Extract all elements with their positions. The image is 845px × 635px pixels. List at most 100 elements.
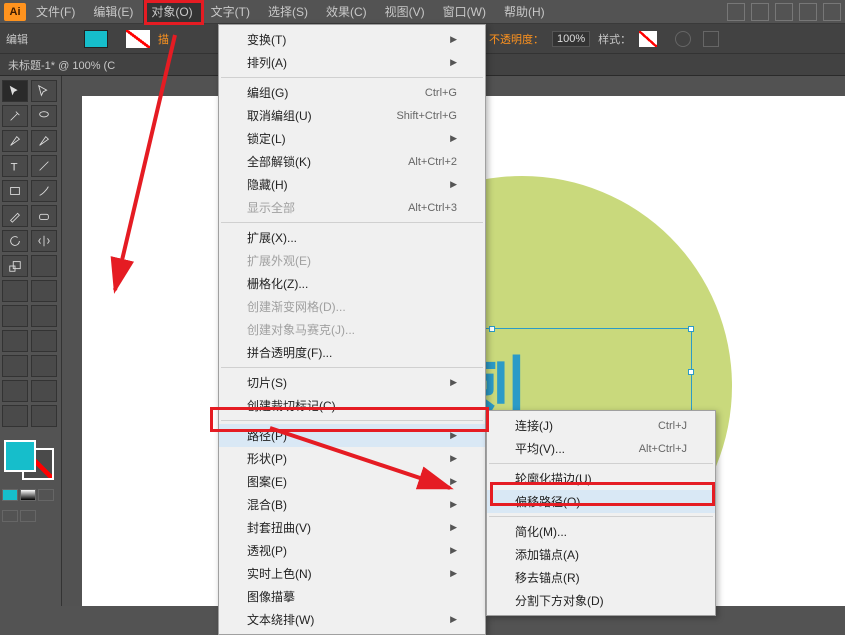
add-anchor-tool[interactable] <box>31 130 57 152</box>
path-submenu-item-8[interactable]: 移去锚点(R) <box>487 566 715 589</box>
menu-item-shortcut: Alt+Ctrl+2 <box>408 156 457 168</box>
lasso-tool[interactable] <box>31 105 57 127</box>
workspace-icon-1[interactable] <box>727 3 745 21</box>
object-menu-item-0[interactable]: 变换(T) <box>219 28 485 51</box>
object-menu-item-5[interactable]: 锁定(L) <box>219 127 485 150</box>
menu-type[interactable]: 文字(T) <box>203 0 258 23</box>
menu-window[interactable]: 窗口(W) <box>435 0 494 23</box>
object-menu-item-1[interactable]: 排列(A) <box>219 51 485 74</box>
path-submenu-item-0[interactable]: 连接(J)Ctrl+J <box>487 414 715 437</box>
opacity-label: 不透明度： <box>489 31 544 47</box>
symbol-sprayer-tool[interactable] <box>2 355 28 377</box>
path-submenu-item-6[interactable]: 简化(M)... <box>487 520 715 543</box>
menubar: Ai 文件(F) 编辑(E) 对象(O) 文字(T) 选择(S) 效果(C) 视… <box>0 0 845 24</box>
object-menu-item-18[interactable]: 创建裁切标记(C) <box>219 394 485 417</box>
reflect-tool[interactable] <box>31 230 57 252</box>
color-mode-gradient[interactable] <box>20 489 36 501</box>
object-menu-item-7[interactable]: 隐藏(H) <box>219 173 485 196</box>
object-menu-item-25[interactable]: 透视(P) <box>219 539 485 562</box>
menu-item-label: 创建裁切标记(C) <box>247 397 336 414</box>
hand-tool[interactable] <box>2 405 28 427</box>
object-menu-item-21[interactable]: 形状(P) <box>219 447 485 470</box>
object-menu-item-4[interactable]: 取消编组(U) Shift+Ctrl+G <box>219 104 485 127</box>
object-menu-item-6[interactable]: 全部解锁(K)Alt+Ctrl+2 <box>219 150 485 173</box>
shape-builder-tool[interactable] <box>2 280 28 302</box>
menu-item-label: 锁定(L) <box>247 130 286 147</box>
direct-selection-tool[interactable] <box>31 80 57 102</box>
menu-item-label: 拼合透明度(F)... <box>247 344 332 361</box>
path-submenu-item-3[interactable]: 轮廓化描边(U) <box>487 467 715 490</box>
stroke-swatch[interactable] <box>126 30 150 48</box>
menu-select[interactable]: 选择(S) <box>260 0 316 23</box>
object-menu-item-27[interactable]: 图像描摹 <box>219 585 485 608</box>
object-menu-item-3[interactable]: 编组(G) Ctrl+G <box>219 81 485 104</box>
path-submenu-item-7[interactable]: 添加锚点(A) <box>487 543 715 566</box>
object-menu-item-26[interactable]: 实时上色(N) <box>219 562 485 585</box>
menu-effect[interactable]: 效果(C) <box>318 0 375 23</box>
menu-item-shortcut: Shift+Ctrl+G <box>396 110 457 122</box>
object-menu-item-17[interactable]: 切片(S) <box>219 371 485 394</box>
workspace-icon-2[interactable] <box>751 3 769 21</box>
align-icon[interactable] <box>703 31 719 47</box>
slice-tool[interactable] <box>31 380 57 402</box>
mesh-tool[interactable] <box>2 305 28 327</box>
path-submenu-item-9[interactable]: 分割下方对象(D) <box>487 589 715 612</box>
line-tool[interactable] <box>31 155 57 177</box>
menu-object[interactable]: 对象(O) <box>143 0 200 23</box>
selection-tool[interactable] <box>2 80 28 102</box>
scale-tool[interactable] <box>2 255 28 277</box>
object-menu-item-10[interactable]: 扩展(X)... <box>219 226 485 249</box>
rectangle-tool[interactable] <box>2 180 28 202</box>
workspace-icon-3[interactable] <box>775 3 793 21</box>
path-submenu-item-1[interactable]: 平均(V)...Alt+Ctrl+J <box>487 437 715 460</box>
workspace-icon-4[interactable] <box>799 3 817 21</box>
menu-item-label: 取消编组(U) <box>247 107 312 124</box>
blend-tool[interactable] <box>31 330 57 352</box>
zoom-tool[interactable] <box>31 405 57 427</box>
color-mode-solid[interactable] <box>2 489 18 501</box>
color-mode-chips <box>2 489 54 501</box>
artboard-tool[interactable] <box>2 380 28 402</box>
column-graph-tool[interactable] <box>31 355 57 377</box>
menu-item-label: 平均(V)... <box>515 440 565 457</box>
gradient-tool[interactable] <box>31 305 57 327</box>
object-menu-item-12[interactable]: 栅格化(Z)... <box>219 272 485 295</box>
opacity-value[interactable]: 100% <box>552 31 590 47</box>
width-tool[interactable] <box>31 255 57 277</box>
pencil-tool[interactable] <box>2 205 28 227</box>
fill-indicator[interactable] <box>4 440 36 472</box>
menu-item-shortcut: Ctrl+G <box>425 87 457 99</box>
fill-stroke-indicator[interactable] <box>2 438 56 482</box>
style-swatch[interactable] <box>639 31 657 47</box>
object-menu-item-24[interactable]: 封套扭曲(V) <box>219 516 485 539</box>
object-menu-item-23[interactable]: 混合(B) <box>219 493 485 516</box>
menu-item-label: 编组(G) <box>247 84 288 101</box>
fill-swatch[interactable] <box>84 30 108 48</box>
recolor-icon[interactable] <box>675 31 691 47</box>
menu-view[interactable]: 视图(V) <box>377 0 433 23</box>
path-submenu-item-4[interactable]: 偏移路径(O)... <box>487 490 715 513</box>
paintbrush-tool[interactable] <box>31 180 57 202</box>
path-submenu: 连接(J)Ctrl+J平均(V)...Alt+Ctrl+J 轮廓化描边(U)偏移路… <box>486 410 716 616</box>
object-menu-item-20[interactable]: 路径(P) <box>219 424 485 447</box>
object-menu-item-22[interactable]: 图案(E) <box>219 470 485 493</box>
menu-item-label: 变换(T) <box>247 31 286 48</box>
eyedropper-tool[interactable] <box>2 330 28 352</box>
object-menu-item-15[interactable]: 拼合透明度(F)... <box>219 341 485 364</box>
menu-item-label: 扩展(X)... <box>247 229 297 246</box>
perspective-tool[interactable] <box>31 280 57 302</box>
pen-tool[interactable] <box>2 130 28 152</box>
screen-mode-full[interactable] <box>20 510 36 522</box>
eraser-tool[interactable] <box>31 205 57 227</box>
screen-mode-normal[interactable] <box>2 510 18 522</box>
color-mode-none[interactable] <box>38 489 54 501</box>
menu-help[interactable]: 帮助(H) <box>496 0 553 23</box>
object-menu-item-28[interactable]: 文本绕排(W) <box>219 608 485 631</box>
rotate-tool[interactable] <box>2 230 28 252</box>
type-tool[interactable]: T <box>2 155 28 177</box>
magic-wand-tool[interactable] <box>2 105 28 127</box>
menu-edit[interactable]: 编辑(E) <box>85 0 141 23</box>
menu-file[interactable]: 文件(F) <box>28 0 83 23</box>
menu-item-label: 移去锚点(R) <box>515 569 580 586</box>
workspace-icon-5[interactable] <box>823 3 841 21</box>
